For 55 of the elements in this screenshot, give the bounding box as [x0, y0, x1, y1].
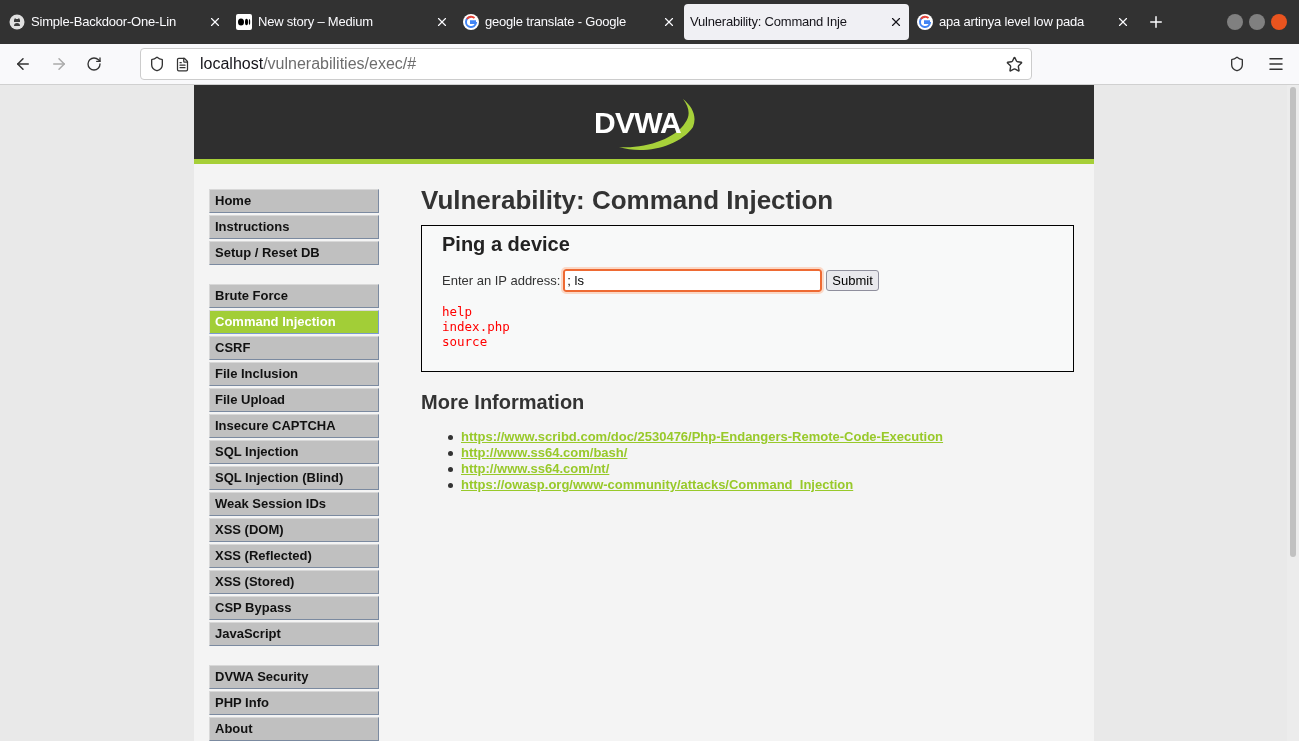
menu-item[interactable]: Insecure CAPTCHA: [209, 414, 379, 438]
close-icon[interactable]: [889, 15, 903, 29]
ip-label: Enter an IP address:: [442, 271, 561, 290]
browser-tab[interactable]: New story – Medium: [230, 4, 455, 40]
browser-tab[interactable]: Simple-Backdoor-One-Lin: [3, 4, 228, 40]
bullet-icon: [448, 482, 453, 488]
command-output: help index.php source: [442, 304, 511, 349]
close-icon[interactable]: [208, 15, 222, 29]
reload-icon[interactable]: [86, 56, 102, 72]
menu-item[interactable]: SQL Injection: [209, 440, 379, 464]
shield-icon: [149, 56, 165, 72]
browser-tab[interactable]: apa artinya level low pada: [911, 4, 1136, 40]
menu-item[interactable]: Instructions: [209, 215, 379, 239]
menu-item[interactable]: DVWA Security: [209, 665, 379, 689]
page-title: Vulnerability: Command Injection: [421, 185, 835, 215]
ip-input-field[interactable]: ; ls: [563, 269, 823, 292]
menu-item[interactable]: Weak Session IDs: [209, 492, 379, 516]
menu-item[interactable]: XSS (Stored): [209, 570, 379, 594]
menu-item[interactable]: Setup / Reset DB: [209, 241, 379, 265]
bullet-icon: [448, 466, 453, 472]
menu-item[interactable]: CSRF: [209, 336, 379, 360]
menu-item[interactable]: CSP Bypass: [209, 596, 379, 620]
browser-tab[interactable]: Vulnerability: Command Inje: [684, 4, 909, 40]
new-tab-icon[interactable]: [1147, 13, 1165, 31]
menu-icon[interactable]: [1267, 55, 1285, 73]
address-bar[interactable]: localhost/vulnerabilities/exec/#: [140, 48, 1032, 80]
bullet-icon: [448, 450, 453, 456]
menu-item[interactable]: About: [209, 717, 379, 741]
minimize-icon[interactable]: [1227, 14, 1243, 30]
menu-item[interactable]: Brute Force: [209, 284, 379, 308]
menu-item[interactable]: Home: [209, 189, 379, 213]
url-text: localhost/vulnerabilities/exec/#: [200, 54, 417, 74]
bullet-icon: [448, 434, 453, 440]
menu-item[interactable]: SQL Injection (Blind): [209, 466, 379, 490]
close-icon[interactable]: [435, 15, 449, 29]
section-heading: More Information: [421, 390, 586, 415]
g-logo-icon: [463, 14, 479, 30]
close-window-icon[interactable]: [1271, 14, 1287, 30]
maximize-icon[interactable]: [1249, 14, 1265, 30]
menu-item[interactable]: File Upload: [209, 388, 379, 412]
page-icon: [175, 56, 190, 72]
menu-item[interactable]: JavaScript: [209, 622, 379, 646]
submit-button[interactable]: Submit: [826, 270, 879, 291]
back-icon[interactable]: [14, 55, 32, 73]
g-logo-icon: [917, 14, 933, 30]
close-icon[interactable]: [662, 15, 676, 29]
close-icon[interactable]: [1116, 15, 1130, 29]
ellipses-icon: [236, 14, 252, 30]
browser-tab[interactable]: geogle translate - Google: [457, 4, 682, 40]
menu-item[interactable]: PHP Info: [209, 691, 379, 715]
menu-item[interactable]: XSS (DOM): [209, 518, 379, 542]
menu-item[interactable]: XSS (Reflected): [209, 544, 379, 568]
menu-item[interactable]: File Inclusion: [209, 362, 379, 386]
form-heading: Ping a device: [442, 232, 571, 256]
bookmark-star-icon[interactable]: [1006, 55, 1023, 73]
